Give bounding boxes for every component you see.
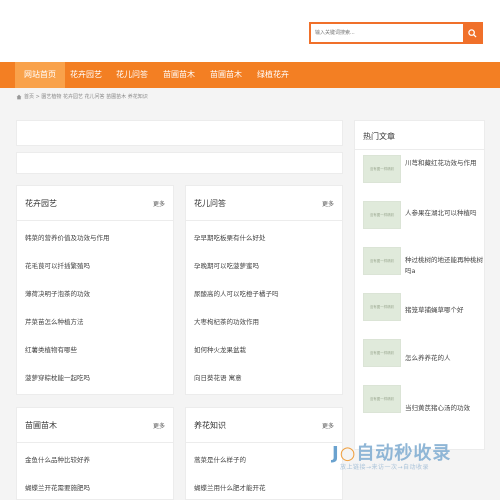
thumb-text: 没有图一样精彩: [369, 396, 395, 401]
list-item[interactable]: 蝴蝶兰开花需要施肥吗: [25, 482, 90, 492]
box-title: 花卉园艺: [25, 199, 57, 208]
list-item[interactable]: 孕早期吃板栗有什么好处: [194, 232, 266, 242]
more-link[interactable]: 更多: [322, 199, 334, 208]
thumbnail-image[interactable]: 没有图一样精彩: [363, 247, 401, 275]
box-care: 养花知识 更多 蒿菜是什么样子的 蝴蝶兰用什么肥才能开花: [185, 407, 343, 500]
divider: [186, 442, 342, 443]
sidebar-article-link[interactable]: 种过桃树的地还能再种桃树吗a: [405, 255, 483, 277]
breadcrumb: 首页 > 園艺植物 花卉园艺 花儿问答 苗圃苗木 养花知识: [16, 93, 148, 100]
more-link[interactable]: 更多: [322, 421, 334, 430]
box-qa: 花儿问答 更多 孕早期吃板栗有什么好处 孕晚期可以吃菠萝蜜吗 尿酸高的人可以吃橙…: [185, 185, 343, 395]
thumb-text: 没有图一样精彩: [369, 212, 395, 217]
list-item[interactable]: 尿酸高的人可以吃橙子橘子吗: [194, 288, 279, 298]
nav-item-qa[interactable]: 花儿问答: [108, 62, 156, 88]
thumbnail-image[interactable]: 没有图一样精彩: [363, 293, 401, 321]
list-item[interactable]: 金鱼什么品种比较好养: [25, 454, 90, 464]
thumb-text: 没有图一样精彩: [369, 350, 395, 355]
thumbnail-image[interactable]: 没有图一样精彩: [363, 339, 401, 367]
thumbnail-image[interactable]: 没有图一样精彩: [363, 155, 401, 183]
watermark-subtitle: 放上链接→来访一次→自动收录: [340, 464, 430, 471]
box-gardening: 花卉园艺 更多 韩菜的营养价值及功效与作用 花毛茛可以扦插繁殖吗 薄荷决明子泡茶…: [16, 185, 174, 395]
nav-item-nursery[interactable]: 苗圃苗木: [155, 62, 203, 88]
banner-panel-2: [16, 152, 343, 174]
box-title: 苗圃苗木: [25, 421, 57, 430]
sidebar-article-link[interactable]: 人参果在湖北可以种植吗: [405, 207, 477, 217]
nav-item-nursery-2[interactable]: 苗圃苗木: [202, 62, 250, 88]
list-item[interactable]: 花毛茛可以扦插繁殖吗: [25, 260, 90, 270]
divider: [17, 442, 173, 443]
box-nursery: 苗圃苗木 更多 金鱼什么品种比较好养 蝴蝶兰开花需要施肥吗: [16, 407, 174, 500]
list-item[interactable]: 如何种火龙果盆栽: [194, 344, 246, 354]
thumb-text: 没有图一样精彩: [369, 258, 395, 263]
box-title: 养花知识: [194, 421, 226, 430]
thumb-text: 没有图一样精彩: [369, 166, 395, 171]
more-link[interactable]: 更多: [153, 199, 165, 208]
thumbnail-image[interactable]: 没有图一样精彩: [363, 201, 401, 229]
sidebar-article-link[interactable]: 怎么养养花的人: [405, 352, 451, 362]
list-item[interactable]: 向日葵花语 寓意: [194, 372, 242, 382]
divider: [186, 220, 342, 221]
list-item[interactable]: 菠萝穿粽枕能一起吃吗: [25, 372, 90, 382]
thumbnail-image[interactable]: 没有图一样精彩: [363, 385, 401, 413]
divider: [17, 220, 173, 221]
box-title: 花儿问答: [194, 199, 226, 208]
list-item[interactable]: 红薯类植物有哪些: [25, 344, 77, 354]
sidebar-article-link[interactable]: 当归黄芪猪心汤的功效: [405, 402, 470, 412]
list-item[interactable]: 大枣枸杞茶的功效作用: [194, 316, 259, 326]
list-item[interactable]: 芹菜苗怎么种植方法: [25, 316, 84, 326]
sidebar-title: 热门文章: [363, 132, 395, 141]
nav-item-home[interactable]: 网站首页: [15, 62, 65, 88]
thumb-text: 没有图一样精彩: [369, 304, 395, 309]
list-item[interactable]: 韩菜的营养价值及功效与作用: [25, 232, 110, 242]
home-icon: [16, 94, 22, 99]
list-item[interactable]: 蒿菜是什么样子的: [194, 454, 246, 464]
divider: [355, 149, 484, 150]
watermark: J○自动秒收录 放上链接→来访一次→自动收录: [332, 437, 482, 477]
site-header: [0, 0, 500, 62]
nav-item-gardening[interactable]: 花卉园艺: [62, 62, 110, 88]
sidebar-hot-articles: 热门文章 没有图一样精彩 川芎和藏红花功效与作用 没有图一样精彩 人参果在湖北可…: [354, 120, 485, 450]
more-link[interactable]: 更多: [153, 421, 165, 430]
list-item[interactable]: 薄荷决明子泡茶的功效: [25, 288, 90, 298]
list-item[interactable]: 孕晚期可以吃菠萝蜜吗: [194, 260, 259, 270]
sidebar-article-link[interactable]: 猪笼草捕蝇草哪个好: [405, 304, 464, 314]
list-item[interactable]: 蝴蝶兰用什么肥才能开花: [194, 482, 266, 492]
banner-panel: [16, 120, 343, 146]
main-nav: 网站首页 花卉园艺 花儿问答 苗圃苗木 苗圃苗木 绿植花卉: [0, 62, 500, 88]
search-input[interactable]: [311, 24, 463, 42]
breadcrumb-text[interactable]: 首页 > 園艺植物 花卉园艺 花儿问答 苗圃苗木 养花知识: [24, 93, 148, 100]
sidebar-article-link[interactable]: 川芎和藏红花功效与作用: [405, 157, 477, 167]
nav-item-plants[interactable]: 绿植花卉: [249, 62, 297, 88]
search-bar: [309, 22, 483, 44]
search-icon: [467, 28, 477, 38]
search-button[interactable]: [463, 24, 481, 42]
